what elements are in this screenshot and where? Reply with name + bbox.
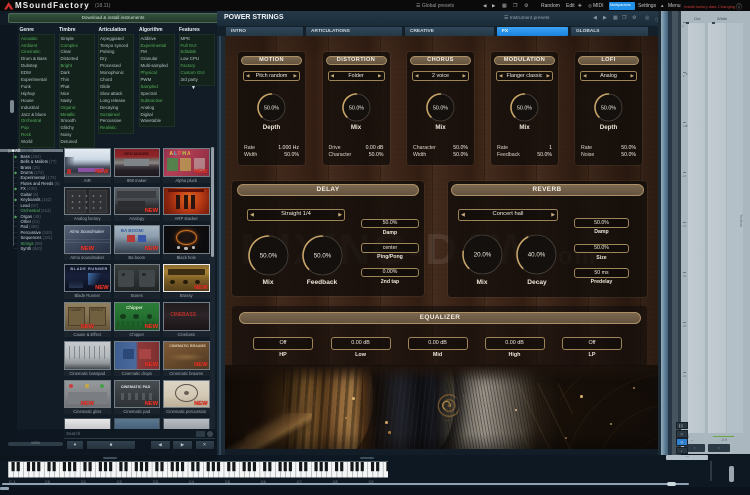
svg-text:40.0%: 40.0% <box>528 252 546 259</box>
svg-text:50.0%: 50.0% <box>264 105 279 111</box>
svg-text:50.0%: 50.0% <box>348 105 363 111</box>
svg-text:50.0%: 50.0% <box>259 252 277 259</box>
svg-text:50.0%: 50.0% <box>601 105 616 111</box>
svg-text:50.0%: 50.0% <box>433 105 448 111</box>
svg-text:50.0%: 50.0% <box>517 105 532 111</box>
svg-text:20.0%: 20.0% <box>474 252 492 259</box>
svg-text:50.0%: 50.0% <box>313 252 331 259</box>
